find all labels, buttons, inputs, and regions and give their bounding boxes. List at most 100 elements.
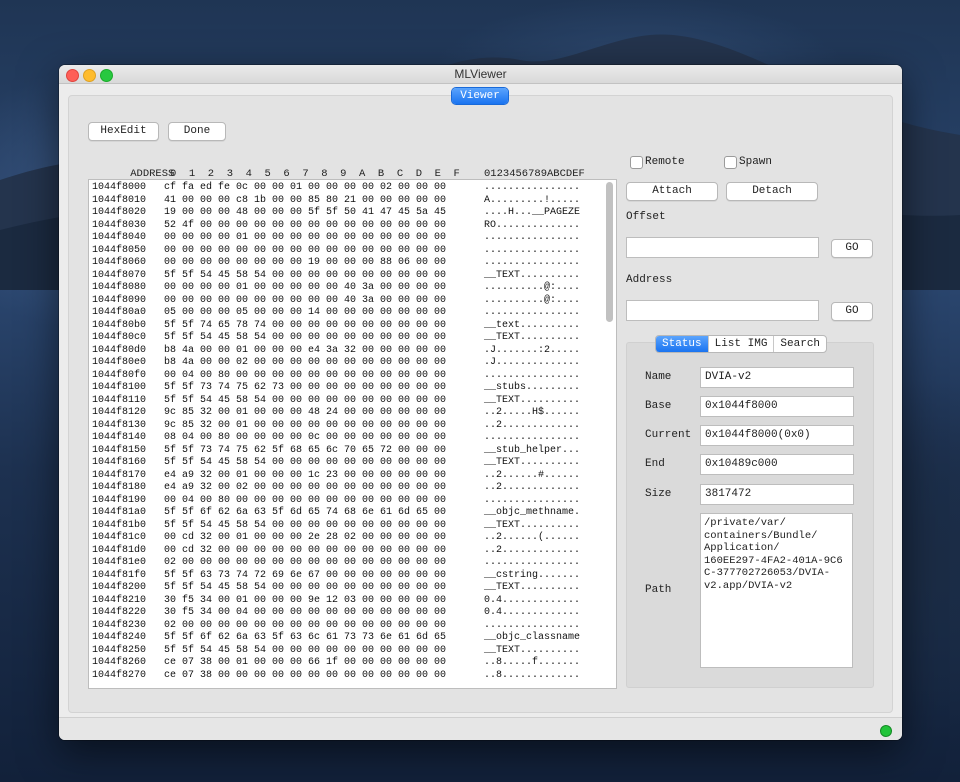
hex-row-bytes[interactable]: 30 f5 34 00 04 00 00 00 00 00 00 00 00 0… — [164, 607, 446, 620]
hex-dump-view[interactable]: 1044f8000 cf fa ed fe 0c 00 00 01 00 00 0… — [88, 179, 617, 689]
hex-row-bytes[interactable]: 00 04 00 80 00 00 00 00 00 00 00 00 00 0… — [164, 495, 446, 508]
hex-row-address: 1044f8140 — [92, 432, 147, 443]
hex-row-address: 1044f8130 — [92, 419, 147, 431]
hex-row-bytes[interactable]: 00 cd 32 00 00 00 00 00 00 00 00 00 00 0… — [164, 545, 446, 558]
hex-row-bytes[interactable]: 08 04 00 80 00 00 00 00 0c 00 00 00 00 0… — [164, 432, 446, 445]
tab-list-img[interactable]: List IMG — [709, 336, 775, 352]
hex-row-bytes[interactable]: 5f 5f 54 45 58 54 00 00 00 00 00 00 00 0… — [164, 645, 446, 658]
hex-row-bytes[interactable]: 9c 85 32 00 01 00 00 00 00 00 00 00 00 0… — [164, 420, 446, 433]
hex-row-bytes[interactable]: 52 4f 00 00 00 00 00 00 00 00 00 00 00 0… — [164, 220, 446, 233]
base-field[interactable]: 0x1044f8000 — [700, 396, 854, 417]
hex-row-address: 1044f8230 — [92, 619, 147, 631]
hex-row-bytes[interactable]: ce 07 38 00 00 00 00 00 00 00 00 00 00 0… — [164, 670, 446, 683]
name-label: Name — [645, 371, 672, 383]
hex-row-bytes[interactable]: 30 f5 34 00 01 00 00 00 9e 12 03 00 00 0… — [164, 595, 446, 608]
hex-row-bytes[interactable]: 5f 5f 74 65 78 74 00 00 00 00 00 00 00 0… — [164, 320, 446, 333]
hex-row-bytes[interactable]: 00 00 00 00 01 00 00 00 00 00 00 00 00 0… — [164, 232, 446, 245]
hex-row-bytes[interactable]: 19 00 00 00 48 00 00 00 5f 5f 50 41 47 4… — [164, 207, 446, 220]
hex-row-bytes[interactable]: 05 00 00 00 05 00 00 00 14 00 00 00 00 0… — [164, 307, 446, 320]
tab-search[interactable]: Search — [774, 336, 826, 352]
hex-row-bytes[interactable]: e4 a9 32 00 02 00 00 00 00 00 00 00 00 0… — [164, 482, 446, 495]
hex-row-address: 1044f8210 — [92, 594, 147, 606]
hex-row-bytes[interactable]: 00 cd 32 00 01 00 00 00 2e 28 02 00 00 0… — [164, 532, 446, 545]
hex-row-bytes[interactable]: e4 a9 32 00 01 00 00 00 1c 23 00 00 00 0… — [164, 470, 446, 483]
hex-row-bytes[interactable]: 5f 5f 73 74 75 62 5f 68 65 6c 70 65 72 0… — [164, 445, 446, 458]
minimize-window-button[interactable] — [83, 69, 96, 82]
attach-button[interactable]: Attach — [626, 182, 718, 201]
hex-row-bytes[interactable]: 5f 5f 54 45 58 54 00 00 00 00 00 00 00 0… — [164, 395, 446, 408]
offset-label: Offset — [626, 211, 666, 223]
title-bar: MLViewer — [59, 65, 902, 84]
end-field[interactable]: 0x10489c000 — [700, 454, 854, 475]
offset-input[interactable] — [626, 237, 819, 258]
spawn-checkbox[interactable] — [724, 156, 737, 169]
offset-go-button[interactable]: GO — [831, 239, 873, 258]
hex-row-bytes[interactable]: 5f 5f 63 73 74 72 69 6e 67 00 00 00 00 0… — [164, 570, 446, 583]
hex-row-bytes[interactable]: 9c 85 32 00 01 00 00 00 48 24 00 00 00 0… — [164, 407, 446, 420]
hex-row-bytes[interactable]: 00 04 00 80 00 00 00 00 00 00 00 00 00 0… — [164, 370, 446, 383]
hex-row-address: 1044f8020 — [92, 207, 147, 218]
name-field[interactable]: DVIA-v2 — [700, 367, 854, 388]
hexedit-button[interactable]: HexEdit — [88, 122, 159, 141]
hex-row-bytes[interactable]: 02 00 00 00 00 00 00 00 00 00 00 00 00 0… — [164, 620, 446, 633]
info-tab-control: Status List IMG Search — [655, 335, 828, 353]
hex-row-ascii: __TEXT.......... — [484, 394, 581, 406]
remote-checkbox[interactable] — [630, 156, 643, 169]
size-label: Size — [645, 488, 672, 500]
hex-row-bytes[interactable]: 41 00 00 00 c8 1b 00 00 85 80 21 00 00 0… — [164, 195, 446, 208]
hex-row-ascii: __objc_classname — [484, 632, 581, 643]
hex-row-ascii: ................ — [484, 182, 581, 193]
hex-row-bytes[interactable]: 02 00 00 00 00 00 00 00 00 00 00 00 00 0… — [164, 557, 446, 570]
hex-row-bytes[interactable]: 00 00 00 00 00 00 00 00 00 00 00 00 00 0… — [164, 245, 446, 258]
hex-row-ascii: ..2............. — [484, 419, 581, 431]
hex-row-address: 1044f81f0 — [92, 569, 147, 581]
close-window-button[interactable] — [66, 69, 79, 82]
hex-row-bytes[interactable]: 5f 5f 73 74 75 62 73 00 00 00 00 00 00 0… — [164, 382, 446, 395]
hex-row-ascii: 0.4............. — [484, 594, 581, 606]
done-button[interactable]: Done — [168, 122, 226, 141]
address-input[interactable] — [626, 300, 819, 321]
hex-row-bytes[interactable]: 5f 5f 54 45 58 54 00 00 00 00 00 00 00 0… — [164, 582, 446, 595]
address-go-button[interactable]: GO — [831, 302, 873, 321]
path-field[interactable]: /private/var/ containers/Bundle/ Applica… — [700, 513, 853, 668]
hex-row-address: 1044f80a0 — [92, 307, 147, 318]
hex-row-ascii: ................ — [484, 257, 581, 268]
detach-button[interactable]: Detach — [726, 182, 818, 201]
tab-viewer[interactable]: Viewer — [452, 88, 508, 104]
hex-row-address: 1044f8110 — [92, 394, 147, 406]
hex-row-bytes[interactable]: 00 00 00 00 01 00 00 00 00 00 40 3a 00 0… — [164, 282, 446, 295]
current-field[interactable]: 0x1044f8000(0x0) — [700, 425, 854, 446]
size-field[interactable]: 3817472 — [700, 484, 854, 505]
hex-row-ascii: ................ — [484, 307, 581, 318]
hex-row-bytes[interactable]: cf fa ed fe 0c 00 00 01 00 00 00 00 02 0… — [164, 182, 446, 195]
hex-row-bytes[interactable]: 00 00 00 00 00 00 00 00 19 00 00 00 88 0… — [164, 257, 446, 270]
hex-row-bytes[interactable]: ce 07 38 00 01 00 00 00 66 1f 00 00 00 0… — [164, 657, 446, 670]
tab-status[interactable]: Status — [656, 336, 709, 352]
hex-row-address: 1044f8040 — [92, 232, 147, 243]
hex-row-bytes[interactable]: b8 4a 00 00 01 00 00 00 e4 3a 32 00 00 0… — [164, 345, 446, 358]
hex-row-address: 1044f8200 — [92, 582, 147, 593]
hex-row-bytes[interactable]: 5f 5f 54 45 58 54 00 00 00 00 00 00 00 0… — [164, 270, 446, 283]
hex-row-address: 1044f80b0 — [92, 319, 147, 331]
hex-row-address: 1044f8080 — [92, 282, 147, 293]
hex-row-address: 1044f81b0 — [92, 519, 147, 531]
hex-row-bytes[interactable]: 5f 5f 54 45 58 54 00 00 00 00 00 00 00 0… — [164, 332, 446, 345]
hex-scrollbar[interactable] — [606, 182, 613, 322]
hex-row-ascii: ................ — [484, 244, 581, 256]
hex-row-bytes[interactable]: b8 4a 00 00 02 00 00 00 00 00 00 00 00 0… — [164, 357, 446, 370]
spawn-label: Spawn — [739, 156, 773, 168]
hex-row-address: 1044f8120 — [92, 407, 147, 418]
hex-row-bytes[interactable]: 5f 5f 54 45 58 54 00 00 00 00 00 00 00 0… — [164, 457, 446, 470]
hex-row-address: 1044f8160 — [92, 457, 147, 468]
hex-row-bytes[interactable]: 00 00 00 00 00 00 00 00 00 00 40 3a 00 0… — [164, 295, 446, 308]
hex-row-address: 1044f8050 — [92, 244, 147, 256]
hex-row-bytes[interactable]: 5f 5f 54 45 58 54 00 00 00 00 00 00 00 0… — [164, 520, 446, 533]
hex-row-bytes[interactable]: 5f 5f 6f 62 6a 63 5f 63 6c 61 73 73 6e 6… — [164, 632, 446, 645]
status-bar — [59, 717, 902, 740]
hex-row-ascii: ................ — [484, 494, 581, 506]
hex-row-address: 1044f81d0 — [92, 544, 147, 556]
hex-row-bytes[interactable]: 5f 5f 6f 62 6a 63 5f 6d 65 74 68 6e 61 6… — [164, 507, 446, 520]
zoom-window-button[interactable] — [100, 69, 113, 82]
hex-row-address: 1044f81e0 — [92, 557, 147, 568]
path-label: Path — [645, 584, 672, 596]
